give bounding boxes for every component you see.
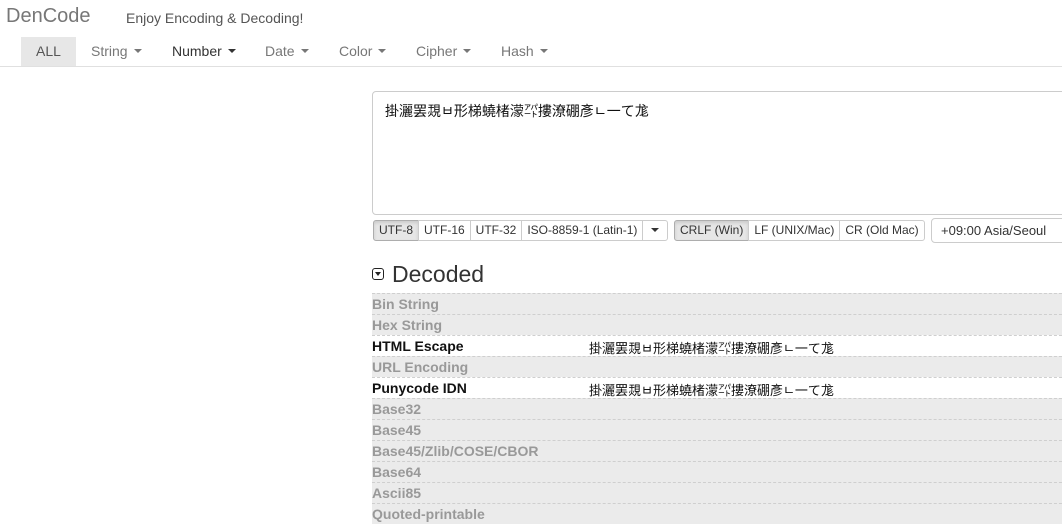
result-value[interactable]: 掛灑罢覝ㅂ形梯蟯楮濛㌀摟潦硼彥ㄴ一て尨 (589, 338, 834, 357)
nav-cipher[interactable]: Cipher (416, 37, 472, 66)
decoded-title: Decoded (392, 260, 485, 287)
top-navbar: ALL String Number Date Color Cipher Hash (0, 37, 1062, 67)
nav-all-label: ALL (36, 43, 61, 59)
result-row-url-encoding: URL Encoding (372, 356, 1062, 377)
result-row-base45: Base45 (372, 419, 1062, 440)
caret-down-icon (227, 49, 236, 54)
caret-down-icon (133, 49, 142, 54)
nav-date[interactable]: Date (265, 37, 309, 66)
tagline: Enjoy Encoding & Decoding! (126, 10, 304, 26)
caret-down-icon (378, 49, 387, 54)
result-row-base32: Base32 (372, 398, 1062, 419)
utf16-button[interactable]: UTF-16 (418, 220, 471, 241)
result-row-quoted-printable: Quoted-printable (372, 503, 1062, 524)
timezone-select[interactable]: +09:00 Asia/Seoul (931, 218, 1062, 243)
result-name: Punycode IDN (372, 380, 467, 396)
caret-down-icon (539, 49, 548, 54)
result-name: Quoted-printable (372, 506, 485, 522)
result-name: Ascii85 (372, 485, 422, 501)
latin1-button[interactable]: ISO-8859-1 (Latin-1) (521, 220, 644, 241)
result-name: Hex String (372, 317, 443, 333)
nav-color-label: Color (339, 43, 373, 59)
result-row-punycode-idn: Punycode IDN 掛灑罢覝ㅂ形梯蟯楮濛㌀摟潦硼彥ㄴ一て尨 (372, 377, 1062, 398)
newline-button-group: CRLF (Win) LF (UNIX/Mac) CR (Old Mac) (674, 220, 925, 241)
result-name: URL Encoding (372, 359, 469, 375)
collapse-toggle-icon[interactable] (372, 268, 384, 280)
result-name: HTML Escape (372, 338, 464, 354)
result-row-html-escape: HTML Escape 掛灑罢覝ㅂ形梯蟯楮濛㌀摟潦硼彥ㄴ一て尨 (372, 335, 1062, 356)
encoding-dropdown-button[interactable] (642, 220, 669, 241)
brand-logo[interactable]: DenCode (6, 5, 91, 28)
result-name: Base45 (372, 422, 422, 438)
result-row-bin-string: Bin String (372, 293, 1062, 314)
input-textarea[interactable]: 掛灑罢覝ㅂ形梯蟯楮濛㌀摟潦硼彥ㄴ一て尨 (372, 91, 1062, 215)
encoding-button-group: UTF-8 UTF-16 UTF-32 ISO-8859-1 (Latin-1) (373, 220, 669, 241)
utf8-button[interactable]: UTF-8 (373, 220, 419, 241)
result-name: Bin String (372, 296, 439, 312)
nav-color[interactable]: Color (339, 37, 387, 66)
nav-date-label: Date (265, 43, 295, 59)
result-row-hex-string: Hex String (372, 314, 1062, 335)
nav-number-label: Number (172, 43, 222, 59)
caret-down-icon (300, 49, 309, 54)
decoded-results-table: Bin String Hex String HTML Escape 掛灑罢覝ㅂ形… (372, 293, 1062, 524)
caret-down-icon (463, 49, 472, 54)
nav-cipher-label: Cipher (416, 43, 458, 59)
result-name: Base45/Zlib/COSE/CBOR (372, 443, 539, 459)
utf32-button[interactable]: UTF-32 (469, 220, 523, 241)
crlf-button[interactable]: CRLF (Win) (674, 220, 750, 241)
nav-hash[interactable]: Hash (501, 37, 548, 66)
nav-string-label: String (91, 43, 128, 59)
nav-number[interactable]: Number (172, 37, 236, 66)
result-value[interactable]: 掛灑罢覝ㅂ形梯蟯楮濛㌀摟潦硼彥ㄴ一て尨 (589, 380, 834, 399)
lf-button[interactable]: LF (UNIX/Mac) (748, 220, 841, 241)
result-name: Base32 (372, 401, 422, 417)
cr-button[interactable]: CR (Old Mac) (839, 220, 925, 241)
decoded-section-header[interactable]: Decoded (372, 260, 484, 288)
caret-down-icon (651, 227, 660, 232)
nav-all[interactable]: ALL (21, 37, 76, 66)
result-row-base45-zlib-cose-cbor: Base45/Zlib/COSE/CBOR (372, 440, 1062, 461)
nav-hash-label: Hash (501, 43, 534, 59)
result-row-ascii85: Ascii85 (372, 482, 1062, 503)
nav-string[interactable]: String (91, 37, 142, 66)
result-row-base64: Base64 (372, 461, 1062, 482)
result-name: Base64 (372, 464, 422, 480)
